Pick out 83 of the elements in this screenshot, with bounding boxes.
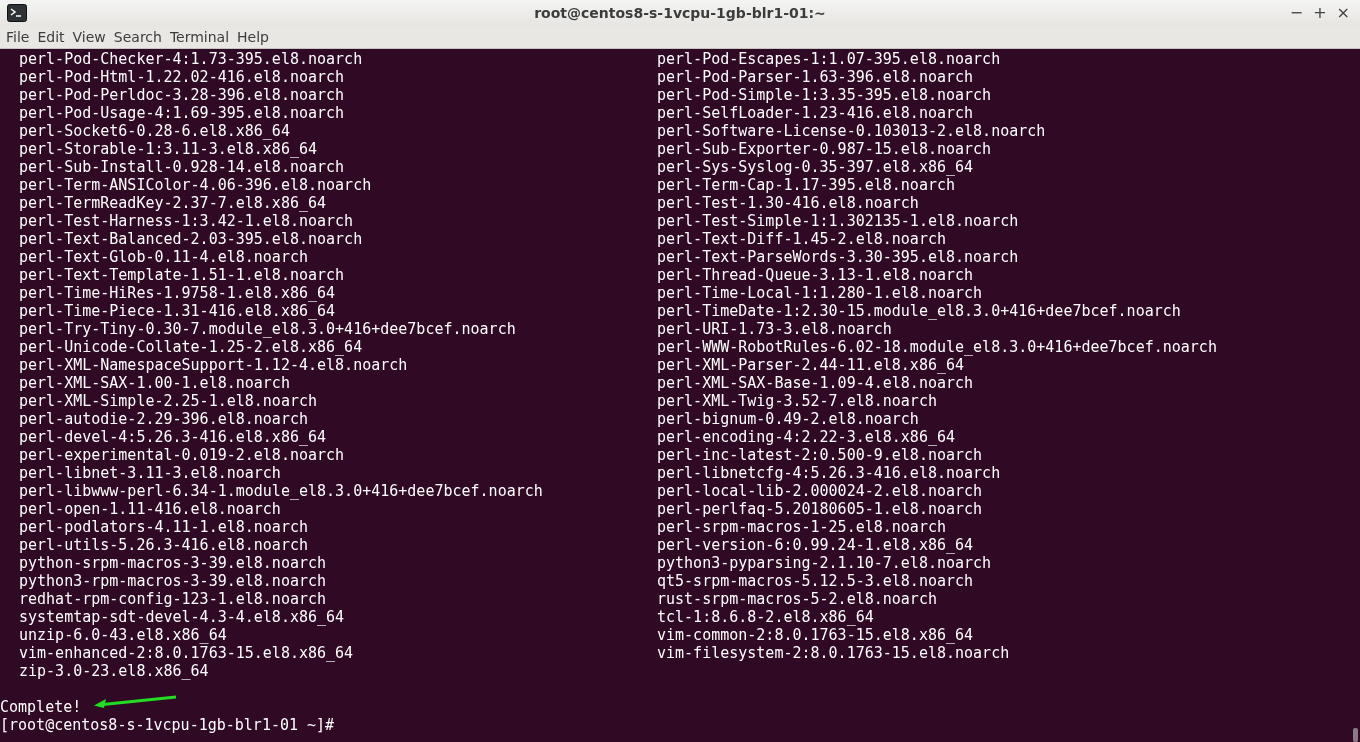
terminal-line: perl-URI-1.73-3.el8.noarch (657, 320, 892, 338)
terminal-line: perl-perlfaq-5.20180605-1.el8.noarch (657, 500, 983, 518)
terminal-line: perl-devel-4:5.26.3-416.el8.x86_64 (18, 428, 327, 446)
terminal-line: perl-Pod-Parser-1.63-396.el8.noarch (657, 68, 974, 86)
terminal-line: unzip-6.0-43.el8.x86_64 (18, 626, 227, 644)
terminal-line: perl-Software-License-0.103013-2.el8.noarch (657, 122, 1046, 140)
terminal-line: perl-Test-Simple-1:1.302135-1.el8.noarch (657, 212, 1019, 230)
terminal-line: perl-podlators-4.11-1.el8.noarch (18, 518, 308, 536)
terminal-line: perl-TermReadKey-2.37-7.el8.x86_64 (18, 194, 327, 212)
terminal-line: zip-3.0-23.el8.x86_64 (18, 662, 209, 680)
terminal-line: perl-XML-Simple-2.25-1.el8.noarch (18, 392, 317, 410)
terminal-line: Complete! (0, 698, 82, 716)
menu-item[interactable]: View (68, 29, 110, 45)
terminal-line: perl-autodie-2.29-396.el8.noarch (18, 410, 308, 428)
terminal-line: perl-Sys-Syslog-0.35-397.el8.x86_64 (657, 158, 974, 176)
terminal-line: perl-TimeDate-1:2.30-15.module_el8.3.0+416+dee7bcef.noarch (657, 302, 1181, 320)
scrollbar-thumb[interactable] (1353, 728, 1358, 742)
shell-prompt: [root@centos8-s-1vcpu-1gb-blr1-01 ~]# (0, 716, 335, 734)
menu-item[interactable]: File (2, 29, 34, 45)
terminal-line: perl-Test-Harness-1:3.42-1.el8.noarch (18, 212, 354, 230)
terminal-line: perl-Term-Cap-1.17-395.el8.noarch (657, 176, 955, 194)
terminal-line: perl-Pod-Perldoc-3.28-396.el8.noarch (18, 86, 345, 104)
terminal-line: perl-XML-SAX-1.00-1.el8.noarch (18, 374, 290, 392)
terminal-line: perl-XML-NamespaceSupport-1.12-4.el8.noarch (18, 356, 408, 374)
terminal-line: rust-srpm-macros-5-2.el8.noarch (657, 590, 937, 608)
terminal-line: perl-libwww-perl-6.34-1.module_el8.3.0+416+dee7bcef.noarch (18, 482, 543, 500)
terminal-line: vim-enhanced-2:8.0.1763-15.el8.x86_64 (18, 644, 354, 662)
terminal-line: qt5-srpm-macros-5.12.5-3.el8.noarch (657, 572, 974, 590)
terminal-line: perl-Unicode-Collate-1.25-2.el8.x86_64 (18, 338, 363, 356)
terminal-line: perl-Time-Local-1:1.280-1.el8.noarch (657, 284, 983, 302)
terminal-line: systemtap-sdt-devel-4.3-4.el8.x86_64 (18, 608, 345, 626)
terminal-line: perl-Sub-Install-0.928-14.el8.noarch (18, 158, 345, 176)
terminal-line: tcl-1:8.6.8-2.el8.x86_64 (657, 608, 874, 626)
terminal-line: perl-Text-ParseWords-3.30-395.el8.noarch (657, 248, 1019, 266)
terminal-line: perl-encoding-4:2.22-3.el8.x86_64 (657, 428, 955, 446)
terminal-line: perl-XML-Parser-2.44-11.el8.x86_64 (657, 356, 965, 374)
terminal-line: perl-Storable-1:3.11-3.el8.x86_64 (18, 140, 317, 158)
terminal-line: perl-Thread-Queue-3.13-1.el8.noarch (657, 266, 974, 284)
terminal-line: perl-bignum-0.49-2.el8.noarch (657, 410, 919, 428)
menu-item[interactable]: Edit (33, 29, 69, 45)
terminal-line: perl-Text-Balanced-2.03-395.el8.noarch (18, 230, 363, 248)
terminal-line: perl-Time-Piece-1.31-416.el8.x86_64 (18, 302, 336, 320)
terminal-line: perl-inc-latest-2:0.500-9.el8.noarch (657, 446, 983, 464)
close-button[interactable]: × (1334, 4, 1352, 22)
terminal-line: perl-Pod-Checker-4:1.73-395.el8.noarch (18, 50, 363, 68)
terminal-line: perl-XML-Twig-3.52-7.el8.noarch (657, 392, 937, 410)
terminal-line: perl-Text-Diff-1.45-2.el8.noarch (657, 230, 946, 248)
menu-item[interactable]: Help (233, 29, 273, 45)
terminal-line: redhat-rpm-config-123-1.el8.noarch (18, 590, 327, 608)
terminal-line: perl-WWW-RobotRules-6.02-18.module_el8.3.0+416+dee7bcef.noarch (657, 338, 1217, 356)
terminal-icon (7, 4, 27, 22)
menu-item[interactable]: Terminal (165, 29, 234, 45)
menu-item[interactable]: Search (109, 29, 166, 45)
terminal-line: perl-libnetcfg-4:5.26.3-416.el8.noarch (657, 464, 1001, 482)
terminal-line: vim-common-2:8.0.1763-15.el8.x86_64 (657, 626, 974, 644)
terminal-line: perl-libnet-3.11-3.el8.noarch (18, 464, 281, 482)
terminal-line: python3-rpm-macros-3-39.el8.noarch (18, 572, 327, 590)
terminal-line: perl-Text-Glob-0.11-4.el8.noarch (18, 248, 308, 266)
maximize-button[interactable]: + (1311, 4, 1329, 22)
terminal-line: perl-Test-1.30-416.el8.noarch (657, 194, 919, 212)
terminal-line: perl-utils-5.26.3-416.el8.noarch (18, 536, 308, 554)
terminal-line: perl-Term-ANSIColor-4.06-396.el8.noarch (18, 176, 372, 194)
terminal-line: vim-filesystem-2:8.0.1763-15.el8.noarch (657, 644, 1010, 662)
terminal-line: perl-version-6:0.99.24-1.el8.x86_64 (657, 536, 974, 554)
terminal-line: perl-Text-Template-1.51-1.el8.noarch (18, 266, 345, 284)
terminal-line: python-srpm-macros-3-39.el8.noarch (18, 554, 327, 572)
minimize-button[interactable]: − (1287, 4, 1306, 22)
window-title: root@centos8-s-1vcpu-1gb-blr1-01:~ (534, 5, 826, 21)
terminal-line: python3-pyparsing-2.1.10-7.el8.noarch (657, 554, 992, 572)
terminal-line: perl-Try-Tiny-0.30-7.module_el8.3.0+416+dee7bcef.noarch (18, 320, 516, 338)
terminal-line: perl-Sub-Exporter-0.987-15.el8.noarch (657, 140, 992, 158)
terminal-line: perl-Time-HiRes-1.9758-1.el8.x86_64 (18, 284, 336, 302)
terminal-line: perl-Socket6-0.28-6.el8.x86_64 (18, 122, 290, 140)
terminal-line: perl-experimental-0.019-2.el8.noarch (18, 446, 345, 464)
terminal-line: perl-Pod-Usage-4:1.69-395.el8.noarch (18, 104, 345, 122)
terminal-line: perl-XML-SAX-Base-1.09-4.el8.noarch (657, 374, 974, 392)
terminal-line: perl-Pod-Simple-1:3.35-395.el8.noarch (657, 86, 992, 104)
terminal-line: perl-srpm-macros-1-25.el8.noarch (657, 518, 946, 536)
terminal-line: perl-Pod-Escapes-1:1.07-395.el8.noarch (657, 50, 1001, 68)
terminal-line: perl-local-lib-2.000024-2.el8.noarch (657, 482, 983, 500)
terminal-line: perl-open-1.11-416.el8.noarch (18, 500, 281, 518)
terminal-line: perl-SelfLoader-1.23-416.el8.noarch (657, 104, 974, 122)
terminal-line: perl-Pod-Html-1.22.02-416.el8.noarch (18, 68, 345, 86)
